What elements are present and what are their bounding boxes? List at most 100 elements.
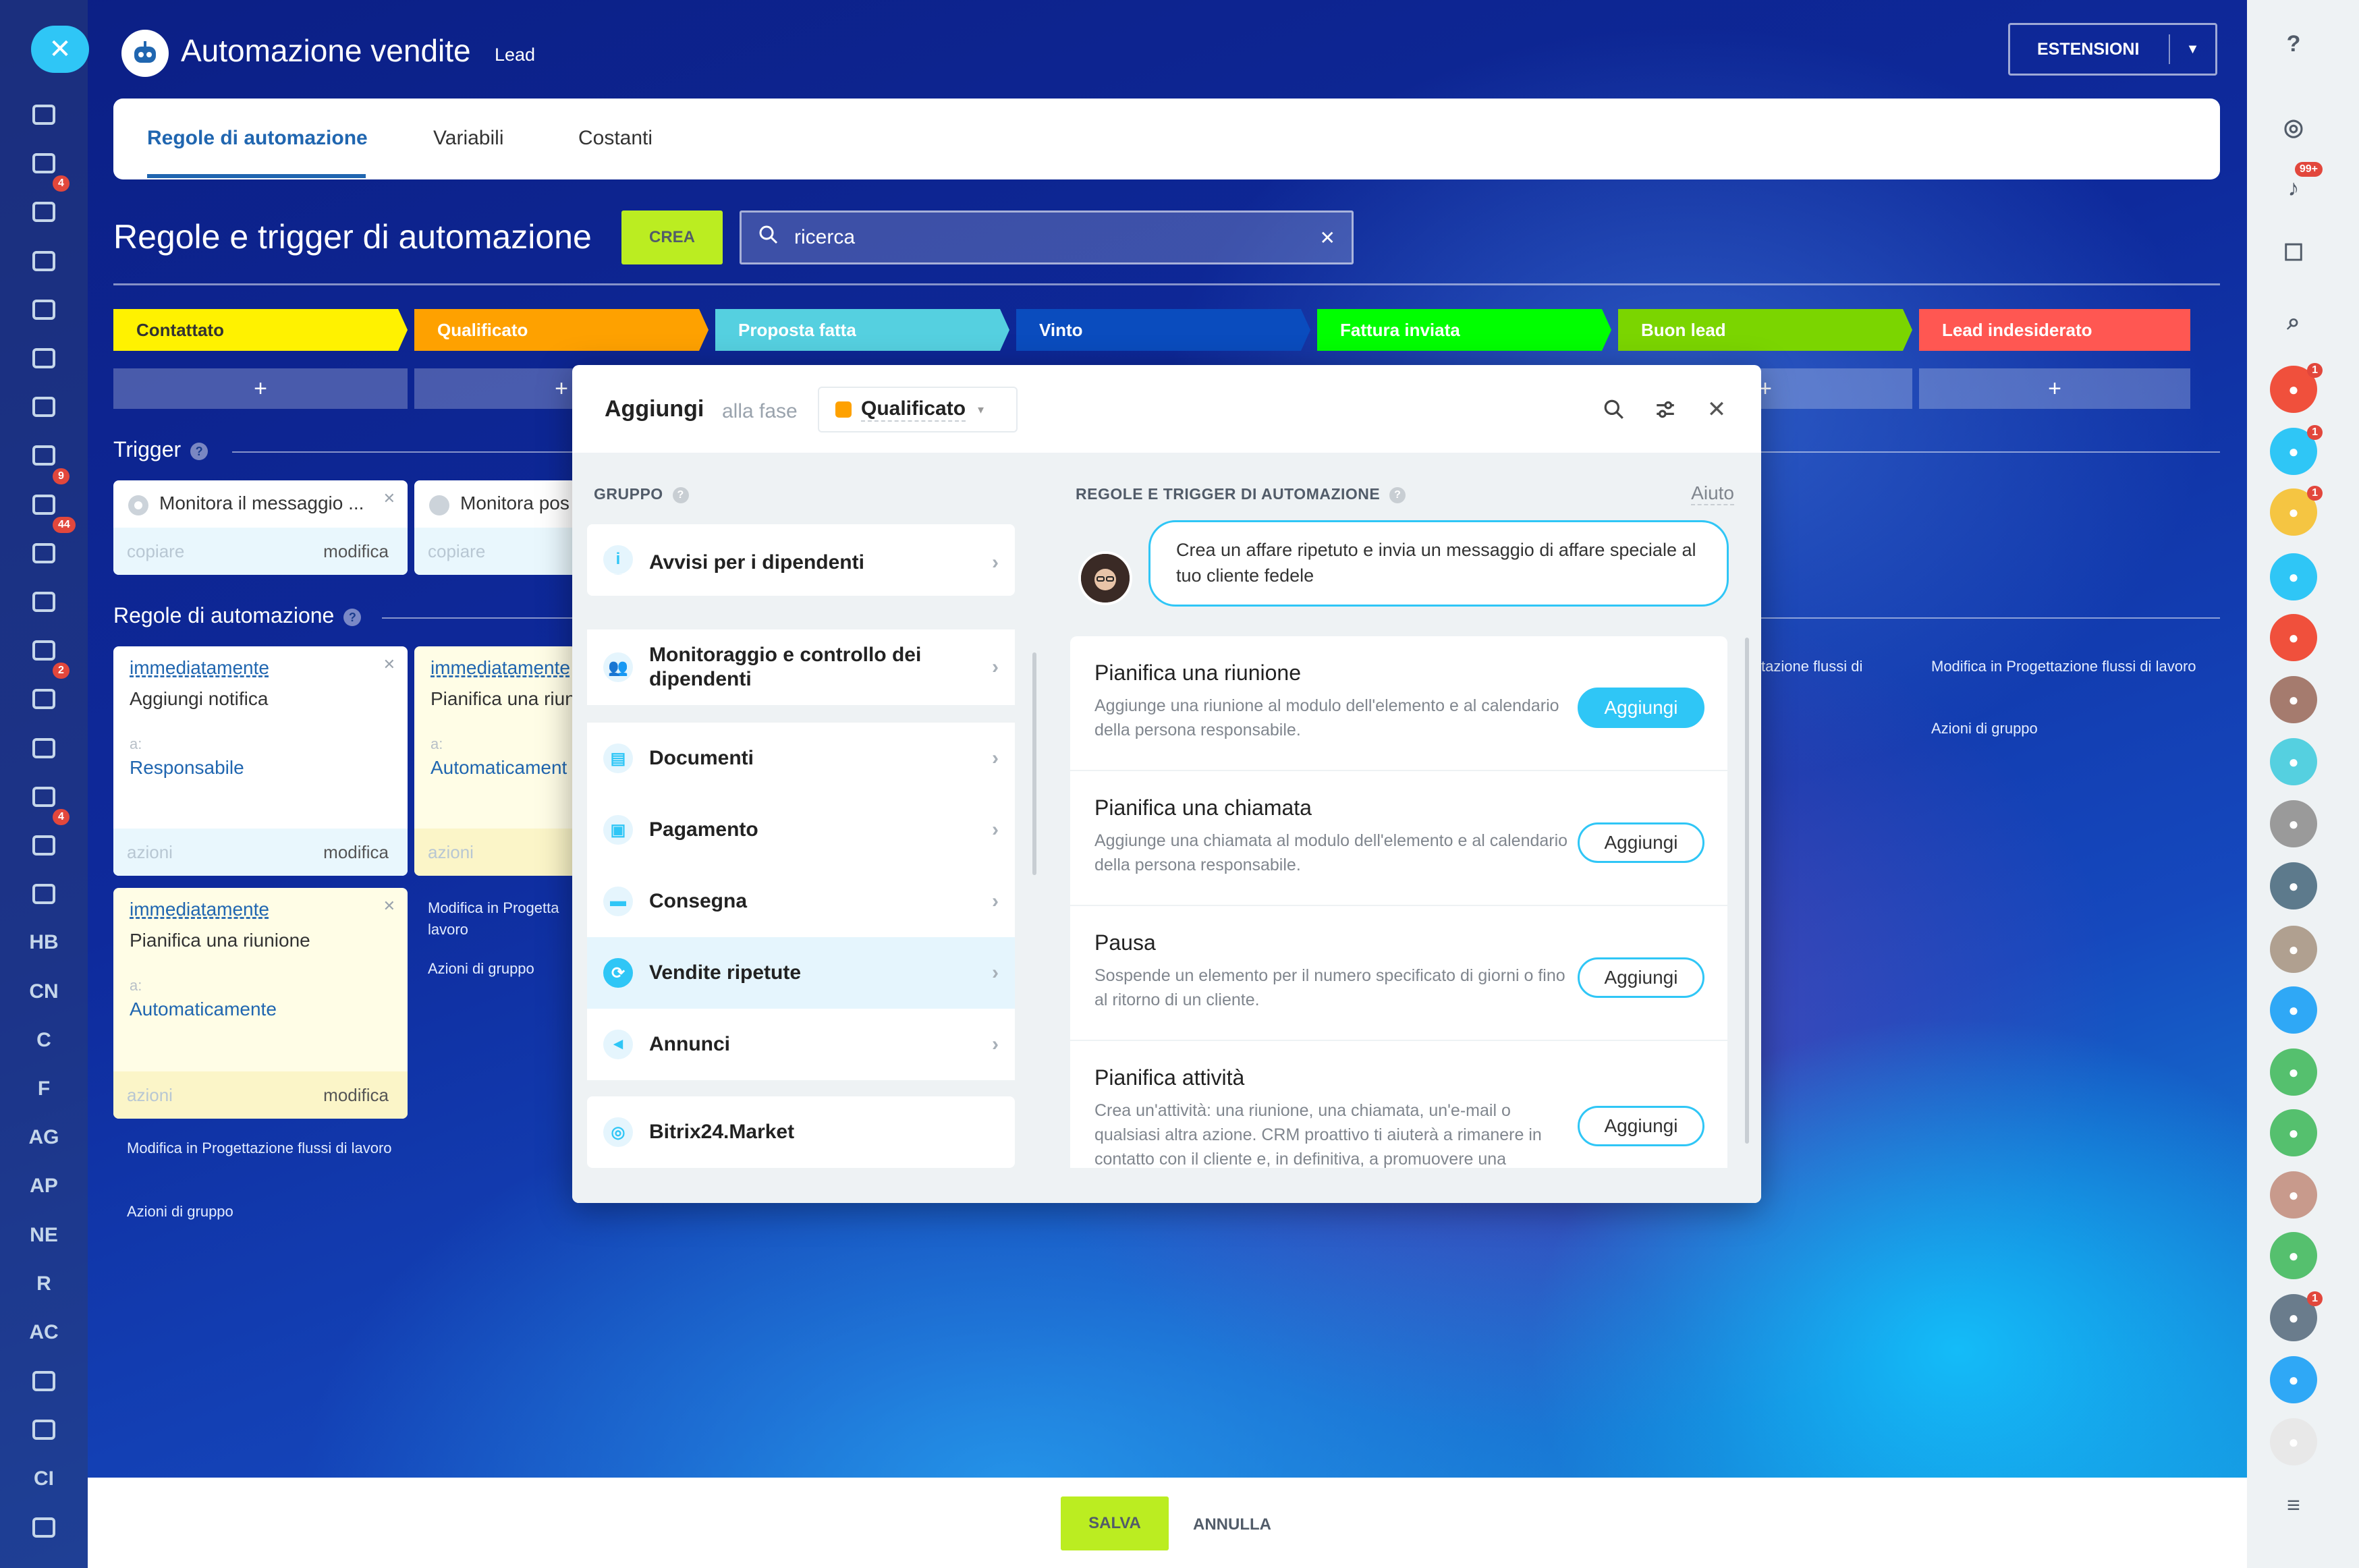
workflow-designer-link[interactable]: Modifica in Progettazione flussi di lavo… [1931, 656, 2201, 677]
group-item-megaphone[interactable]: ◄ Annunci › [587, 1009, 1015, 1080]
group-item-repeat-sales[interactable]: ⟳ Vendite ripetute › [587, 937, 1015, 1009]
delay-link[interactable]: immediatamente [431, 657, 570, 679]
tab-variables[interactable]: Variabili [433, 127, 504, 150]
group-actions-link[interactable]: Azioni di gruppo [127, 1201, 233, 1223]
copilot-sidebar-item[interactable]: ◎ [2270, 104, 2317, 151]
user-group-sidebar-item[interactable]: ● 1 [2270, 363, 2323, 413]
add-rule-button[interactable]: Aggiungi [1578, 822, 1704, 863]
cart-nav-item[interactable]: 2 [0, 663, 88, 721]
nav-item-ac[interactable]: AC [0, 1311, 88, 1354]
calendar-nav-item[interactable] [0, 240, 88, 283]
user-avatar-sidebar-item[interactable]: ● [2270, 1171, 2317, 1219]
add-rule-plus-button[interactable]: + [1919, 368, 2190, 409]
trigger-card[interactable]: Monitora pos copiare [414, 480, 576, 575]
mail-nav-item[interactable] [0, 385, 88, 428]
search-field[interactable]: ricerca ✕ [740, 211, 1354, 264]
extensions-button[interactable]: ESTENSIONI ▼ [2008, 23, 2217, 76]
search-icon[interactable] [1601, 396, 1628, 423]
nav-item-hb[interactable]: HB [0, 921, 88, 964]
colorful-avatar-sidebar-item[interactable]: ● 1 [2270, 486, 2323, 536]
drive-nav-item[interactable] [0, 337, 88, 380]
filter-settings-icon[interactable] [1652, 396, 1679, 423]
help-icon[interactable]: ? [343, 608, 362, 626]
bot-sidebar-item[interactable]: ● 1 [2270, 425, 2323, 475]
feed-nav-item[interactable] [0, 142, 88, 185]
user-avatar-sidebar-item[interactable]: ● [2270, 926, 2317, 973]
chat-bubble-sidebar-item[interactable]: ☐ [2270, 229, 2317, 277]
help-icon[interactable]: ? [672, 486, 689, 503]
box-nav-item[interactable] [0, 872, 88, 916]
tab-automation-rules[interactable]: Regole di automazione [147, 127, 368, 150]
user-avatar-sidebar-item[interactable]: ● 1 [2270, 1291, 2323, 1341]
workflow-designer-link[interactable]: Modifica in Progettazione flussi di lavo… [127, 1138, 397, 1159]
id-card-sidebar-item[interactable]: ● [2270, 1048, 2317, 1096]
group-item-market[interactable]: ◎ Bitrix24.Market [587, 1096, 1015, 1168]
workflow-designer-link[interactable]: Modifica in Progetta lavoro [428, 897, 576, 941]
id-card-nav-item[interactable] [0, 775, 88, 818]
add-rule-button[interactable]: Aggiungi [1578, 957, 1704, 998]
help-icon[interactable]: ? [190, 442, 209, 460]
edit-list-nav-item[interactable] [0, 1360, 88, 1403]
group-actions-link[interactable]: Azioni di gruppo [1931, 718, 2038, 739]
trigger-card[interactable]: Monitora il messaggio ... ✕ copiare modif… [113, 480, 408, 575]
responsible-link[interactable]: Automaticamente [130, 999, 277, 1020]
bar-chart-nav-item[interactable] [0, 1408, 88, 1451]
help-link[interactable]: Aiuto [1691, 482, 1734, 505]
edit-link[interactable]: modifica [323, 1085, 389, 1106]
edit-link[interactable]: modifica [323, 842, 389, 863]
user-avatar-sidebar-item[interactable]: ● [2270, 1418, 2317, 1465]
docs-nav-item[interactable] [0, 288, 88, 331]
workgroups-nav-item[interactable] [0, 434, 88, 477]
user-avatar-sidebar-item[interactable]: ● [2270, 862, 2317, 909]
bank-nav-item[interactable] [0, 580, 88, 623]
search-input[interactable]: ricerca [794, 226, 1320, 249]
group-item-document[interactable]: ▤ Documenti › [587, 723, 1015, 794]
phone-sidebar-item[interactable]: ● [2270, 1232, 2317, 1279]
rule-card[interactable]: immediatamente ✕ Pianifica una riunione … [113, 888, 408, 1119]
group-item-wallet[interactable]: ▣ Pagamento › [587, 794, 1015, 866]
user-avatar-sidebar-item[interactable]: ● [2270, 676, 2317, 723]
tasks-nav-item[interactable]: 9 [0, 468, 88, 526]
stripes-sidebar-item[interactable]: ● [2270, 614, 2317, 661]
add-rule-button[interactable]: Aggiungi [1578, 688, 1704, 728]
group-actions-link[interactable]: Azioni di gruppo [428, 958, 534, 980]
users-sidebar-item[interactable]: ● [2270, 1356, 2317, 1403]
nav-item-ag[interactable]: AG [0, 1116, 88, 1159]
create-button[interactable]: CREA [621, 211, 723, 264]
message-sidebar-item[interactable]: ● [2270, 738, 2317, 785]
chat-nav-item[interactable]: 4 [0, 175, 88, 233]
copy-link[interactable]: copiare [127, 541, 184, 562]
search-sidebar-item[interactable]: ⌕ [2270, 298, 2317, 345]
crm-nav-item[interactable]: 44 [0, 516, 88, 575]
sign-nav-item[interactable] [0, 727, 88, 770]
nav-item-ci[interactable]: CI [0, 1457, 88, 1501]
nav-item-cn[interactable]: CN [0, 970, 88, 1013]
copy-link[interactable]: copiare [428, 541, 485, 562]
sitemap-nav-item[interactable] [0, 93, 88, 136]
delay-link[interactable]: immediatamente [130, 899, 269, 920]
user-avatar-sidebar-item[interactable]: ● [2270, 800, 2317, 847]
edit-link[interactable]: modifica [323, 541, 389, 562]
responsible-link[interactable]: Responsabile [130, 757, 244, 779]
scrollbar[interactable] [1032, 652, 1036, 875]
inbox-nav-item[interactable]: 4 [0, 809, 88, 867]
help-sidebar-item[interactable]: ? [2270, 20, 2317, 67]
close-slider-button[interactable]: ✕ [31, 26, 89, 73]
add-rule-plus-button[interactable]: + [113, 368, 408, 409]
chevron-circle-nav-item[interactable] [0, 1506, 88, 1549]
cancel-button[interactable]: ANNULLA [1193, 1515, 1271, 1534]
stage-selector[interactable]: Qualificato ▾ [818, 387, 1018, 432]
nav-item-ne[interactable]: NE [0, 1214, 88, 1257]
clear-search-icon[interactable]: ✕ [1320, 227, 1335, 249]
menu-sidebar-item[interactable]: ≡ [2270, 1482, 2317, 1529]
nav-item-r[interactable]: R [0, 1262, 88, 1306]
workflow-designer-link[interactable]: tazione flussi di [1761, 656, 1862, 677]
bot-sidebar-item[interactable]: ● [2270, 553, 2317, 600]
caret-down-icon[interactable]: ▼ [2170, 42, 2215, 57]
nav-item-c[interactable]: C [0, 1019, 88, 1062]
rule-card[interactable]: immediatamente Pianifica una riun a: Aut… [414, 646, 576, 876]
delay-link[interactable]: immediatamente [130, 657, 269, 679]
delete-icon[interactable]: ✕ [383, 656, 395, 673]
phone-sidebar-item[interactable]: ● [2270, 986, 2317, 1034]
group-item-info[interactable]: i Avvisi per i dipendenti › [587, 551, 1015, 574]
